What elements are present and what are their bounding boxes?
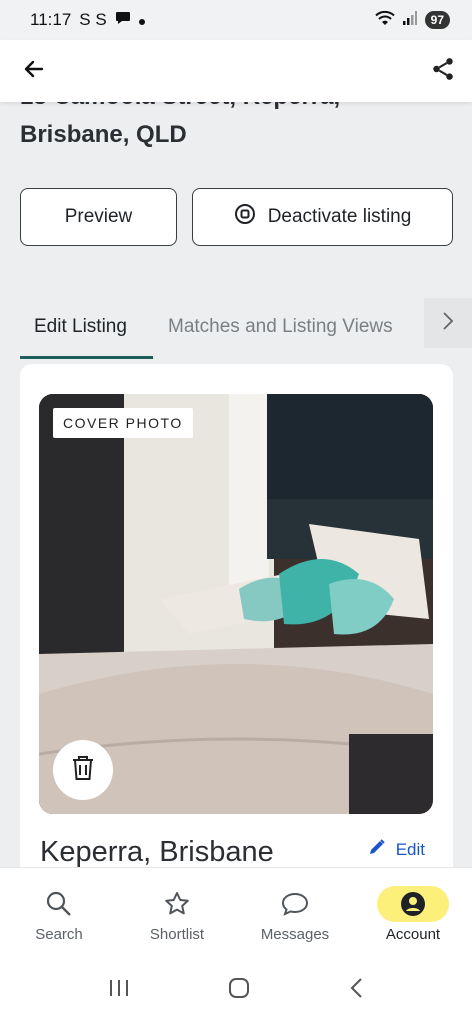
nav-item-account[interactable]: Account [354,868,472,957]
home-icon[interactable] [227,976,251,1005]
preview-button-label: Preview [64,206,133,227]
message-bubble-icon [115,10,131,30]
cover-photo-badge: COVER PHOTO [53,408,193,438]
pencil-icon [368,838,386,861]
delete-photo-button[interactable] [53,740,113,800]
listing-card: COVER PHOTO Keperra, Brisbane Edit [20,364,453,867]
share-icon[interactable] [430,56,456,87]
deactivate-listing-button[interactable]: Deactivate listing [192,188,453,246]
nav-label-search: Search [35,926,83,943]
dot-icon [138,10,145,30]
trash-icon [70,754,96,787]
back-icon[interactable] [348,976,364,1005]
deactivate-button-label: Deactivate listing [267,206,412,227]
nav-item-messages[interactable]: Messages [236,868,354,957]
tab-bar: Edit Listing Matches and Listing Views [0,298,472,366]
wifi-icon [374,10,395,31]
listing-content: 18 Camoola Street, Keperra, Brisbane, QL… [0,102,472,867]
system-navigation-bar [0,957,472,1024]
active-tab-indicator [20,356,153,359]
edit-label: Edit [395,839,425,859]
status-time: 11:17 [30,10,72,29]
nav-label-shortlist: Shortlist [149,926,205,943]
status-indicators: S S [79,10,107,29]
tab-edit-listing[interactable]: Edit Listing [34,316,127,338]
stop-circle-icon [234,203,256,231]
nav-label-messages: Messages [260,926,330,943]
chevron-right-icon [442,311,454,336]
action-buttons: Preview Deactivate listing [20,188,453,246]
address-line2: Brisbane, QLD [20,121,187,148]
account-icon [377,886,449,922]
tab-matches-and-listing-views[interactable]: Matches and Listing Views [168,316,393,338]
signal-icon [402,10,417,30]
recent-apps-icon[interactable] [108,978,130,1003]
nav-item-shortlist[interactable]: Shortlist [118,868,236,957]
chat-bubble-icon [280,886,310,922]
tab-scroll-right-button[interactable] [424,298,472,348]
listing-address: 18 Camoola Street, Keperra, Brisbane, QL… [20,102,460,154]
edit-listing-title-button[interactable]: Edit [368,838,425,861]
search-icon [45,886,73,922]
back-arrow-icon[interactable] [22,57,46,86]
nav-label-account: Account [385,926,441,943]
bottom-navigation: Search Shortlist Messages Account [0,867,472,957]
address-line1: 18 Camoola Street, Keperra, [20,102,460,116]
cover-photo[interactable]: COVER PHOTO [39,394,433,814]
listing-title: Keperra, Brisbane [40,836,274,867]
nav-item-search[interactable]: Search [0,868,118,957]
star-icon [163,886,191,922]
app-bar [0,40,472,102]
status-bar: 11:17 S S 97 [0,0,472,40]
battery-icon: 97 [424,11,450,29]
preview-button[interactable]: Preview [20,188,177,246]
